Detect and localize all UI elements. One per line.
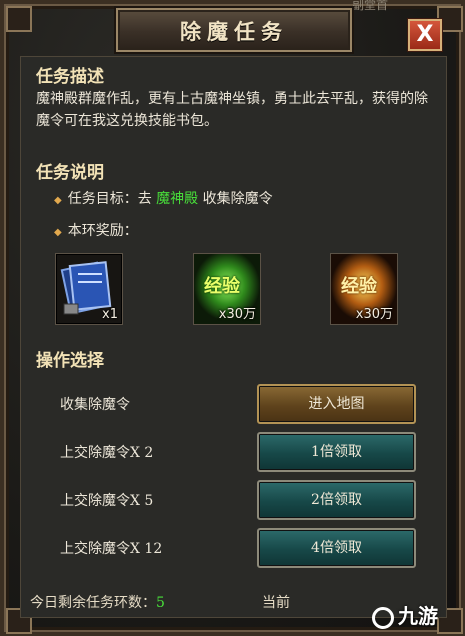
submit-x12-label: 上交除魔令X 12 [60, 541, 163, 557]
claim-4x-button[interactable]: 4倍领取 [257, 528, 416, 568]
corner-ornament [6, 6, 32, 32]
watermark: 九游 [372, 600, 438, 629]
goal-place: 魔神殿 [156, 191, 199, 207]
enter-map-button[interactable]: 进入地图 [257, 384, 416, 424]
watermark-text: 九游 [398, 604, 438, 628]
remaining-rounds: 今日剩余任务环数：5 [30, 592, 165, 612]
current-label: 当前 [262, 595, 290, 611]
diamond-bullet-icon: ◆ [54, 195, 62, 206]
remaining-label: 今日剩余任务环数： [30, 595, 156, 611]
exp-text: 经验 [341, 276, 377, 297]
instructions-heading: 任务说明 [36, 163, 104, 183]
description-heading: 任务描述 [36, 67, 104, 87]
remaining-value: 5 [156, 595, 165, 611]
close-button[interactable]: X [408, 19, 442, 51]
reward-slot-green-exp[interactable]: 经验 x30万 [193, 253, 261, 325]
reward-label-row: ◆ 本环奖励： [54, 220, 138, 240]
reward-quantity: x30万 [218, 307, 256, 322]
jiuyou-logo-icon [372, 606, 394, 629]
diamond-bullet-icon: ◆ [54, 227, 62, 238]
reward-slot-gold-exp[interactable]: 经验 x30万 [330, 253, 398, 325]
quest-window: 副堂首 除魔任务 X 任务描述 魔神殿群魔作乱，更有上古魔神坐镇，勇士此去平乱，… [0, 0, 465, 636]
window-title: 除魔任务 [180, 19, 288, 44]
task-goal: ◆ 任务目标：去 魔神殿 收集除魔令 [54, 188, 273, 208]
title-plate: 除魔任务 [116, 8, 352, 52]
goal-suffix: 收集除魔令 [198, 191, 273, 207]
description-text: 魔神殿群魔作乱，更有上古魔神坐镇，勇士此去平乱，获得的除魔令可在我这兑换技能书包… [36, 91, 428, 129]
collect-label: 收集除魔令 [60, 397, 130, 413]
submit-x2-label: 上交除魔令X 2 [60, 445, 154, 461]
claim-2x-button[interactable]: 2倍领取 [257, 480, 416, 520]
reward-label: 本环奖励： [67, 223, 138, 239]
operations-heading: 操作选择 [36, 351, 104, 371]
goal-prefix: 任务目标：去 [67, 191, 157, 207]
claim-1x-button[interactable]: 1倍领取 [257, 432, 416, 472]
reward-quantity: x1 [102, 307, 118, 322]
submit-x5-label: 上交除魔令X 5 [60, 493, 154, 509]
background-npc-name: 副堂首 [352, 0, 389, 12]
reward-quantity: x30万 [355, 307, 393, 322]
exp-text: 经验 [204, 276, 240, 297]
reward-slot-book[interactable]: x1 [55, 253, 123, 325]
